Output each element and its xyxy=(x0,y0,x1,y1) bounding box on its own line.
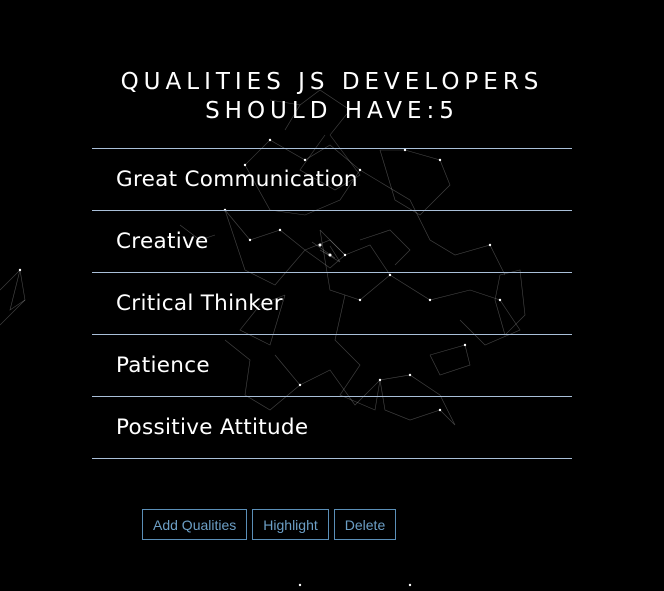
action-buttons: Add Qualities Highlight Delete xyxy=(142,509,397,540)
page-title: QUALITIES JS DEVELOPERS SHOULD HAVE:5 xyxy=(0,68,664,126)
app-stage: QUALITIES JS DEVELOPERS SHOULD HAVE:5 Gr… xyxy=(0,0,664,591)
title-line-2: SHOULD HAVE:5 xyxy=(205,98,459,124)
list-item[interactable]: Great Communication xyxy=(92,149,572,211)
list-item[interactable]: Critical Thinker xyxy=(92,273,572,335)
list-item[interactable]: Possitive Attitude xyxy=(92,397,572,459)
qualities-list: Great Communication Creative Critical Th… xyxy=(92,148,572,459)
add-qualities-button[interactable]: Add Qualities xyxy=(142,509,248,540)
highlight-button[interactable]: Highlight xyxy=(252,509,329,540)
delete-button[interactable]: Delete xyxy=(333,509,397,540)
list-item[interactable]: Creative xyxy=(92,211,572,273)
list-item[interactable]: Patience xyxy=(92,335,572,397)
title-line-1: QUALITIES JS DEVELOPERS xyxy=(120,69,544,95)
